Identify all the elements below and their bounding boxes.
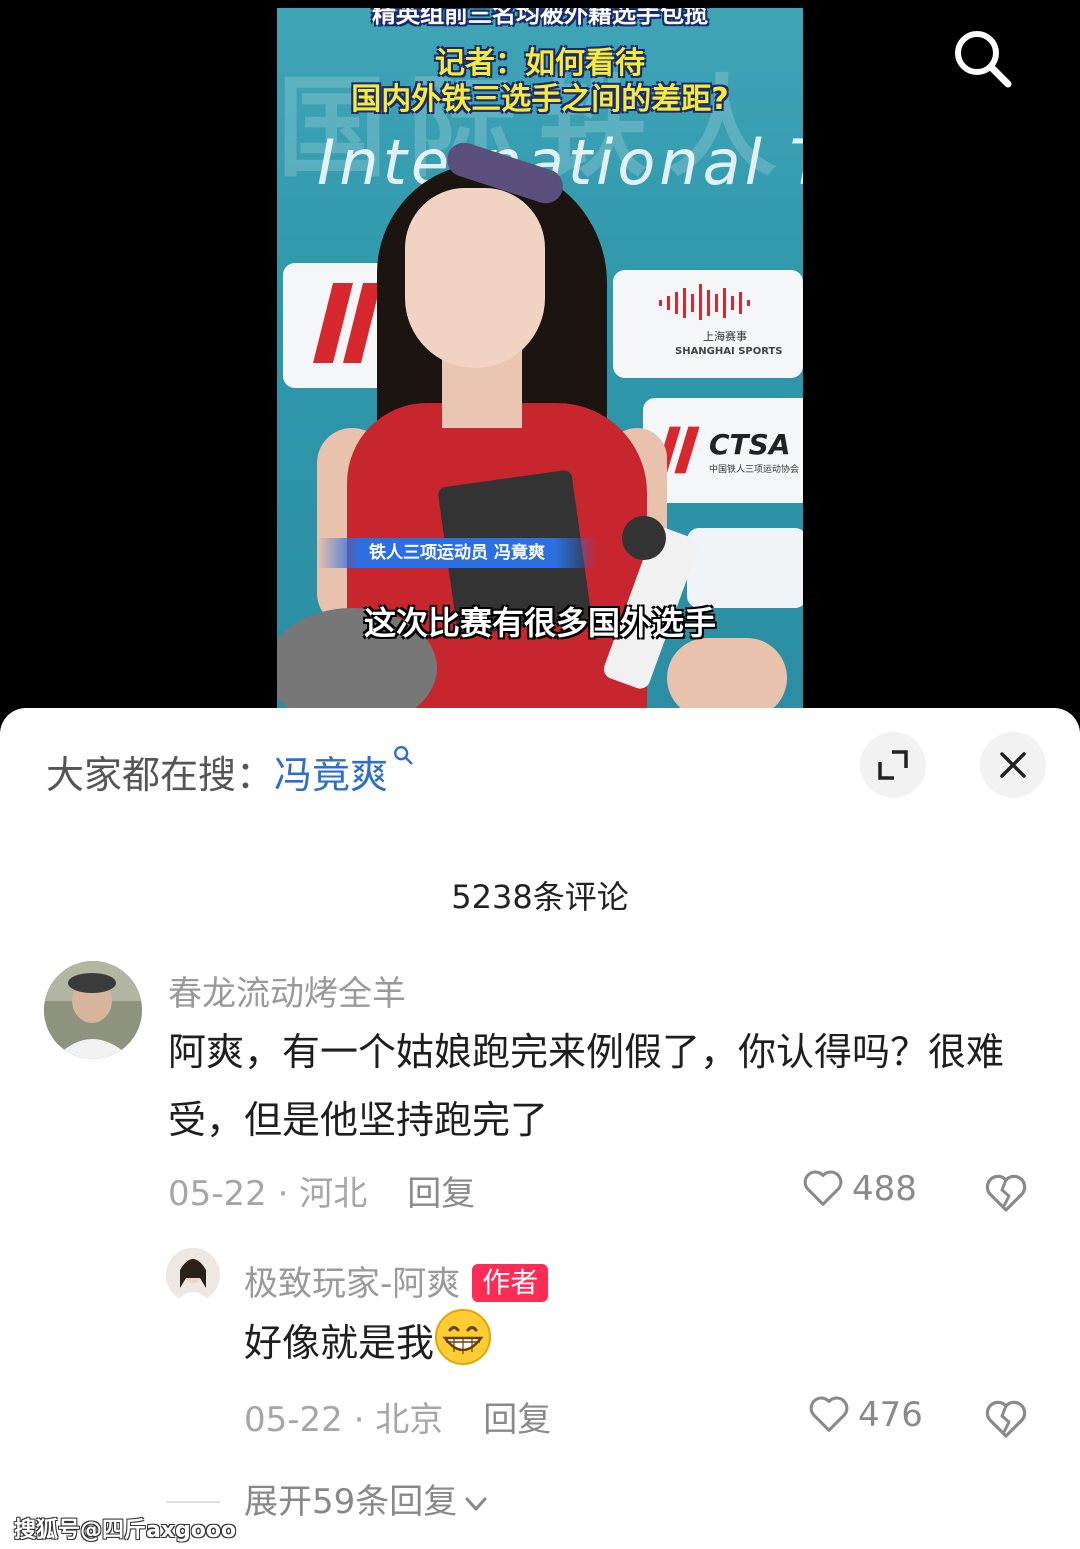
like-count: 476 bbox=[858, 1395, 923, 1435]
comment-meta: 05-22 · 河北 回复 bbox=[168, 1166, 475, 1215]
expand-replies-label: 展开59条回复 bbox=[244, 1482, 458, 1522]
suggestion-term-link[interactable]: 冯竟爽 bbox=[274, 753, 388, 797]
heart-icon bbox=[809, 1396, 849, 1432]
comment-date-location: 05-22 · 北京 bbox=[244, 1400, 444, 1440]
sponsor-board-ctsa: CTSA 中国铁人三项运动协会 bbox=[643, 398, 803, 503]
microphone-head bbox=[622, 516, 666, 560]
shanghai-sponsor-cn: 上海赛事 bbox=[703, 330, 747, 343]
comment-count: 5238条评论 bbox=[451, 878, 629, 916]
watermark: 搜狐号@四斤axgooo bbox=[14, 1518, 237, 1543]
comment-date-location: 05-22 · 河北 bbox=[168, 1174, 368, 1214]
video-frame[interactable]: 国际铁人三 International T 上海赛事 SHANGHAI SP bbox=[277, 8, 803, 708]
search-icon[interactable] bbox=[392, 744, 414, 766]
video-subtitle: 这次比赛有很多国外选手 bbox=[363, 604, 716, 642]
chevron-down-icon bbox=[465, 1497, 487, 1511]
search-suggestion: 大家都在搜：冯竟爽 bbox=[46, 744, 414, 799]
expand-button[interactable] bbox=[860, 732, 926, 798]
video-player[interactable]: 国际铁人三 International T 上海赛事 SHANGHAI SP bbox=[0, 0, 1080, 720]
athlete-face bbox=[405, 188, 545, 368]
broken-heart-icon[interactable] bbox=[982, 1168, 1030, 1216]
shanghai-sponsor-en: SHANGHAI SPORTS bbox=[675, 346, 783, 357]
ctsa-subtext: 中国铁人三项运动协会 bbox=[709, 465, 800, 475]
comment-text: 好像就是我 bbox=[244, 1308, 1024, 1377]
sponsor-board-lower bbox=[687, 528, 803, 608]
avatar[interactable] bbox=[44, 961, 142, 1059]
broken-heart-icon[interactable] bbox=[982, 1394, 1030, 1442]
reply-text: 好像就是我 bbox=[244, 1321, 435, 1365]
user-avatar-image bbox=[44, 961, 142, 1059]
video-title-line2: 国内外铁三选手之间的差距? bbox=[351, 82, 729, 117]
like-button[interactable]: 476 bbox=[806, 1390, 923, 1436]
comment-text: 阿爽，有一个姑娘跑完来例假了，你认得吗？很难受，但是他坚持跑完了 bbox=[168, 1030, 1005, 1142]
author-avatar-image bbox=[166, 1248, 220, 1302]
comment-username[interactable]: 极致玩家-阿爽 作者 bbox=[244, 1256, 549, 1305]
soundwave-logo-icon bbox=[659, 284, 750, 320]
author-username[interactable]: 极致玩家-阿爽 bbox=[244, 1264, 460, 1304]
search-icon[interactable] bbox=[950, 26, 1014, 90]
divider-line bbox=[166, 1501, 220, 1503]
ctsa-text: CTSA bbox=[709, 428, 791, 461]
heart-icon bbox=[803, 1170, 843, 1206]
grinning-face-icon bbox=[435, 1309, 492, 1365]
reply-button[interactable]: 回复 bbox=[483, 1400, 551, 1440]
speaker-name-banner: 铁人三项运动员 冯竟爽 bbox=[317, 538, 597, 568]
close-icon bbox=[1000, 752, 1026, 778]
avatar[interactable] bbox=[166, 1248, 220, 1302]
suggestion-label: 大家都在搜： bbox=[46, 753, 275, 797]
close-button[interactable] bbox=[980, 732, 1046, 798]
sponsor-board-shanghai: 上海赛事 SHANGHAI SPORTS bbox=[613, 270, 803, 378]
like-button[interactable]: 488 bbox=[800, 1164, 917, 1210]
expand-icon bbox=[878, 750, 908, 780]
like-count: 488 bbox=[852, 1169, 917, 1209]
triathlon-logo-icon bbox=[313, 283, 381, 363]
reply-button[interactable]: 回复 bbox=[407, 1174, 475, 1214]
video-title-top: 精英组前三名均被外籍选手包揽 bbox=[372, 8, 708, 28]
comment-username[interactable]: 春龙流动烤全羊 bbox=[168, 966, 406, 1015]
reporter-hand bbox=[667, 638, 787, 708]
comment-sheet: 大家都在搜：冯竟爽 5238条评论 春龙流动烤全羊 阿爽，有一个姑娘跑完来例假了… bbox=[0, 708, 1080, 1549]
author-badge: 作者 bbox=[472, 1264, 549, 1302]
comment-meta: 05-22 · 北京 回复 bbox=[244, 1392, 551, 1441]
